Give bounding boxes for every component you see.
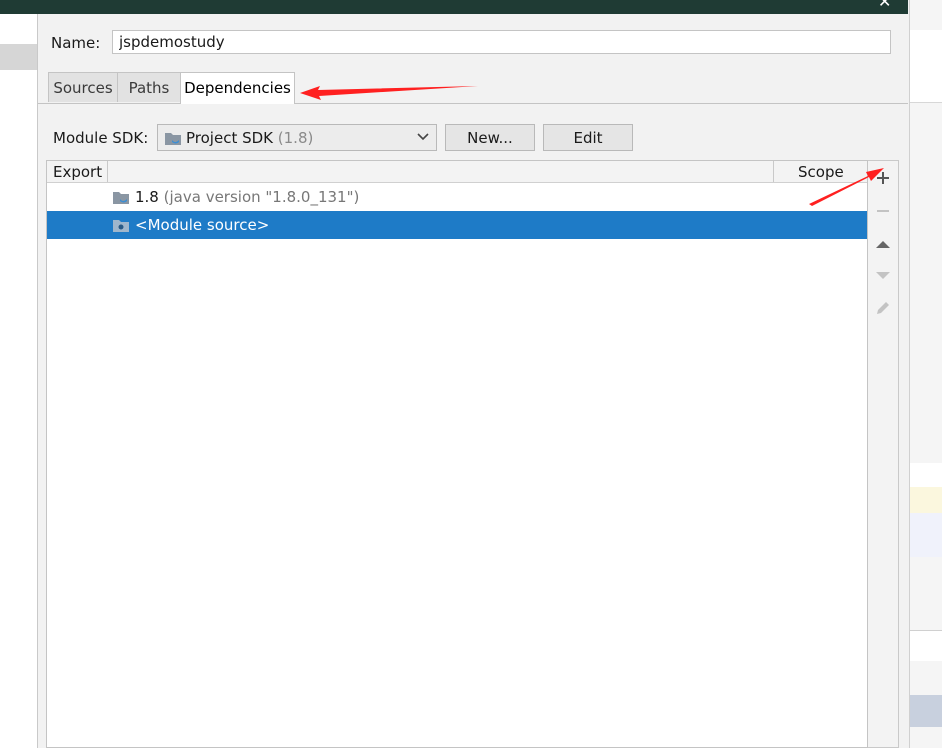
move-up-icon[interactable]: [874, 235, 892, 253]
module-sdk-label: Module SDK:: [53, 129, 149, 147]
module-name-input[interactable]: [112, 30, 891, 54]
window-titlebar: ✕: [0, 0, 908, 14]
jdk-folder-icon: [113, 192, 129, 204]
table-row[interactable]: <Module source>: [47, 211, 867, 239]
edit-sdk-button[interactable]: Edit: [543, 124, 633, 151]
new-sdk-button[interactable]: New...: [445, 124, 535, 151]
column-divider[interactable]: [107, 161, 108, 182]
dependency-label: 1.8 (java version "1.8.0_131"): [135, 188, 360, 206]
move-down-icon[interactable]: [874, 266, 892, 284]
dependencies-toolbar: [868, 160, 899, 748]
background-selected-block: [910, 695, 942, 727]
module-sdk-select[interactable]: Project SDK (1.8): [157, 124, 437, 151]
background-panel-block: [910, 513, 942, 557]
minus-icon[interactable]: [874, 202, 892, 220]
background-panel-block: [910, 630, 942, 661]
chevron-down-icon: [417, 133, 429, 141]
column-header-scope[interactable]: Scope: [798, 162, 844, 182]
dependencies-table: Export Scope 1.8 (java version "1.8.0_13…: [46, 160, 868, 748]
background-selected-item: [0, 44, 37, 70]
tab-dependencies[interactable]: Dependencies: [180, 72, 295, 104]
close-icon[interactable]: ✕: [878, 0, 891, 10]
background-left-pane: [0, 14, 38, 748]
column-divider[interactable]: [773, 161, 774, 182]
module-sdk-value: Project SDK (1.8): [186, 129, 314, 147]
background-panel-block: [910, 463, 942, 487]
tab-sources[interactable]: Sources: [48, 72, 118, 102]
dependency-label: <Module source>: [135, 216, 270, 234]
module-source-folder-icon: [113, 220, 129, 232]
table-header: Export Scope: [47, 161, 867, 183]
background-highlight-block: [910, 487, 942, 513]
module-tabs: Sources Paths Dependencies: [38, 70, 908, 104]
edit-pencil-icon[interactable]: [874, 299, 892, 317]
plus-icon[interactable]: [874, 169, 892, 187]
jdk-folder-icon: [165, 133, 181, 145]
table-row[interactable]: 1.8 (java version "1.8.0_131"): [47, 183, 867, 211]
column-header-export[interactable]: Export: [53, 162, 102, 182]
background-panel-block: [910, 30, 942, 103]
name-label: Name:: [51, 34, 101, 52]
background-right-pane: [909, 0, 942, 748]
tab-paths[interactable]: Paths: [117, 72, 181, 102]
